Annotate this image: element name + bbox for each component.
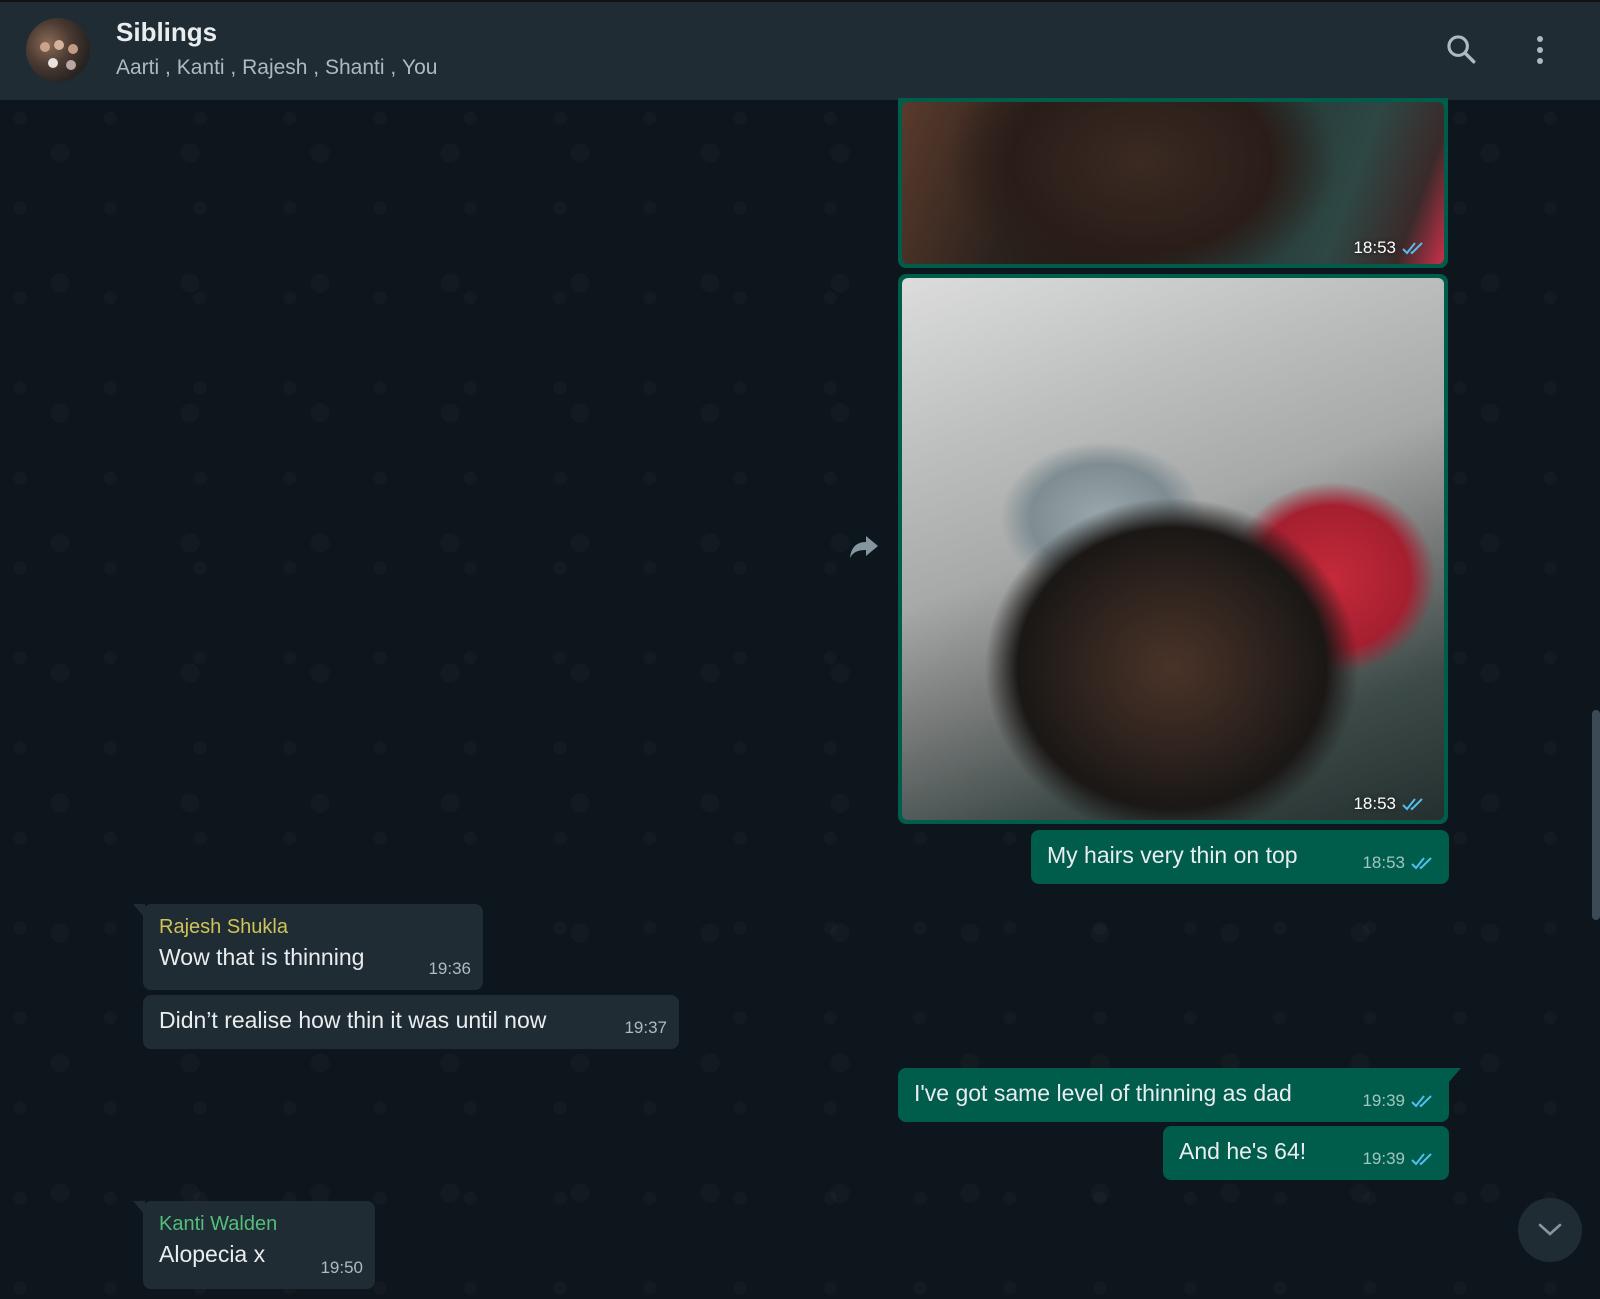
scroll-to-bottom-button[interactable]: [1518, 1198, 1582, 1262]
image-message[interactable]: 18:53: [898, 274, 1448, 824]
message-text: Didn’t realise how thin it was until now: [159, 1007, 547, 1033]
time-text: 19:39: [1362, 1091, 1405, 1110]
member-name: Kanti: [176, 56, 225, 79]
message-text: Wow that is thinning: [159, 944, 365, 970]
sender-name[interactable]: Kanti Walden: [159, 1211, 361, 1237]
time-text: 19:39: [1362, 1149, 1405, 1168]
search-icon[interactable]: [1444, 32, 1478, 71]
message-time: 19:39: [1362, 1086, 1437, 1116]
incoming-message[interactable]: Rajesh Shukla Wow that is thinning 19:36: [133, 904, 483, 990]
member-name: Aarti: [116, 56, 160, 79]
time-text: 18:53: [1362, 853, 1405, 872]
member-name: Shanti: [324, 56, 385, 79]
image-message[interactable]: 18:53: [898, 98, 1448, 268]
chat-title[interactable]: Siblings: [116, 17, 217, 48]
read-ticks-icon: [1402, 798, 1423, 811]
sender-name[interactable]: Rajesh Shukla: [159, 914, 469, 940]
member-separator: ,: [159, 56, 177, 79]
more-vertical-icon[interactable]: [1530, 34, 1550, 71]
time-text: 18:53: [1353, 794, 1396, 813]
message-time: 19:37: [624, 1013, 667, 1043]
outgoing-message[interactable]: And he's 64! 19:39: [1163, 1126, 1449, 1180]
chat-header[interactable]: Siblings Aarti , Kanti , Rajesh , Shanti…: [0, 0, 1600, 100]
read-ticks-icon: [1411, 857, 1432, 870]
message-time: 18:53: [1353, 238, 1428, 258]
message-text: I've got same level of thinning as dad: [914, 1080, 1292, 1106]
read-ticks-icon: [1411, 1153, 1432, 1166]
message-time: 18:53: [1362, 848, 1437, 878]
bubble-tail: [133, 1201, 145, 1215]
member-separator: ,: [384, 56, 403, 79]
message-time: 19:36: [428, 954, 471, 984]
chat-members[interactable]: Aarti , Kanti , Rajesh , Shanti , You: [116, 56, 437, 80]
outgoing-message[interactable]: My hairs very thin on top 18:53: [1031, 830, 1449, 884]
member-separator: ,: [307, 56, 325, 79]
time-text: 19:50: [320, 1258, 363, 1277]
scrollbar[interactable]: [1592, 710, 1600, 920]
read-ticks-icon: [1402, 242, 1423, 255]
bubble-tail: [133, 904, 145, 918]
group-avatar[interactable]: [26, 18, 90, 82]
forward-icon[interactable]: [848, 534, 880, 565]
message-time: 18:53: [1353, 794, 1428, 814]
member-name: Rajesh: [242, 56, 308, 79]
member-name: You: [402, 56, 438, 79]
photo[interactable]: [902, 278, 1444, 820]
read-ticks-icon: [1411, 1095, 1432, 1108]
message-text: And he's 64!: [1179, 1138, 1307, 1164]
bubble-tail: [1449, 1068, 1461, 1082]
message-text: Alopecia x: [159, 1241, 266, 1267]
incoming-message[interactable]: Kanti Walden Alopecia x 19:50: [133, 1201, 375, 1289]
time-text: 19:37: [624, 1018, 667, 1037]
incoming-message[interactable]: Didn’t realise how thin it was until now…: [143, 995, 679, 1049]
member-separator: ,: [224, 56, 243, 79]
outgoing-message[interactable]: I've got same level of thinning as dad 1…: [898, 1068, 1461, 1122]
message-text: My hairs very thin on top: [1047, 842, 1298, 868]
chevron-down-icon: [1538, 1223, 1562, 1236]
time-text: 19:36: [428, 959, 471, 978]
message-time: 19:39: [1362, 1144, 1437, 1174]
message-time: 19:50: [320, 1253, 363, 1283]
time-text: 18:53: [1353, 238, 1396, 257]
